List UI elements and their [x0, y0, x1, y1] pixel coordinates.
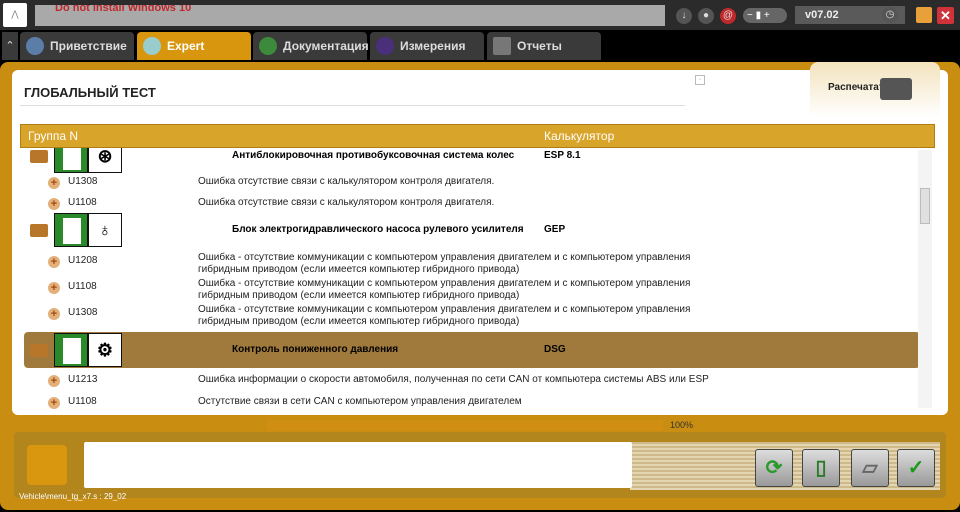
group-calc: GEP	[544, 224, 566, 235]
message-area	[84, 442, 632, 488]
user-icon[interactable]: ●	[698, 8, 714, 24]
progress-label: 100%	[670, 420, 694, 430]
group-row[interactable]: ⊛ Антиблокировочная противобуксовочная си…	[24, 148, 920, 174]
fault-desc: Ошибка отсутствие связи с калькулятором …	[198, 197, 495, 208]
expand-icon[interactable]: +	[48, 282, 60, 294]
tab-label: Документация	[283, 39, 369, 53]
ecu-icon	[54, 333, 88, 367]
magnifier-icon	[143, 37, 161, 55]
expand-icon[interactable]: +	[48, 177, 60, 189]
fault-desc: Ошибка - отсутствие коммуникации с компь…	[198, 252, 691, 275]
header-calculator: Калькулятор	[544, 129, 615, 143]
fault-desc: Ошибка отсутствие связи с калькулятором …	[198, 176, 495, 187]
email-icon[interactable]: @	[720, 8, 736, 24]
refresh-button[interactable]: ⟳	[755, 449, 793, 487]
download-icon[interactable]: ↓	[676, 8, 692, 24]
status-indicator	[27, 445, 67, 485]
path-label: Vehicle\menu_tg_x7.s : 29_02	[19, 492, 127, 501]
fault-desc: Остутствие связи в сети CAN с компьютеро…	[198, 396, 522, 407]
zoom-control[interactable]: − ▮ +	[743, 8, 787, 23]
message-bar: Do not install Windows 10	[35, 5, 665, 26]
tab-label: Измерения	[400, 39, 466, 53]
fault-desc: Ошибка - отсутствие коммуникации с компь…	[198, 304, 691, 327]
expand-icon[interactable]: +	[48, 397, 60, 409]
folder-icon	[30, 344, 48, 357]
fault-desc: Ошибка - отсутствие коммуникации с компь…	[198, 278, 691, 301]
tab-documentation[interactable]: Документация	[253, 32, 369, 60]
group-calc: ESP 8.1	[544, 150, 581, 161]
steering-pump-icon: ♁	[88, 213, 122, 247]
tab-measurements[interactable]: Измерения	[370, 32, 484, 60]
scrollbar-thumb[interactable]	[920, 188, 930, 224]
tab-welcome[interactable]: Приветствие	[20, 32, 134, 60]
fault-code: U1308	[68, 307, 98, 318]
group-calc: DSG	[544, 344, 566, 355]
fault-list: ⊛ Антиблокировочная противобуксовочная си…	[20, 148, 932, 410]
folder-icon	[30, 224, 48, 237]
citroen-logo-icon: ⋀	[3, 3, 27, 27]
fault-code: U1108	[68, 281, 97, 292]
collapse-button[interactable]: ⌃	[2, 32, 18, 60]
fault-code: U1108	[68, 197, 97, 208]
group-row[interactable]: ♁ Блок электрогидравлического насоса руле…	[24, 212, 920, 248]
group-row-selected[interactable]: ⚙ Контроль пониженного давления DSG	[24, 332, 920, 368]
expand-icon[interactable]: +	[48, 256, 60, 268]
group-name: Антиблокировочная противобуксовочная сис…	[232, 150, 515, 161]
globe-icon	[26, 37, 44, 55]
abs-icon: ⊛	[88, 148, 122, 173]
tab-label: Приветствие	[50, 39, 127, 53]
book-icon	[259, 37, 277, 55]
progress-bar	[267, 420, 663, 431]
tab-expert[interactable]: Expert	[137, 32, 251, 60]
fault-code: U1208	[68, 255, 98, 266]
report-icon	[493, 37, 511, 55]
print-report-button[interactable]: ▱	[851, 449, 889, 487]
tab-label: Отчеты	[517, 39, 562, 53]
expand-icon[interactable]: +	[48, 198, 60, 210]
progress-fill	[267, 420, 663, 431]
fault-desc: Ошибка информации о скорости автомобиля,…	[198, 374, 709, 385]
fault-code: U1108	[68, 396, 97, 407]
minimize-button[interactable]	[916, 7, 932, 23]
fault-code: U1213	[68, 374, 98, 385]
clock-icon[interactable]: ◷	[882, 7, 898, 23]
group-name: Блок электрогидравлического насоса рулев…	[232, 224, 524, 235]
folder-icon	[30, 150, 48, 163]
printer-icon	[880, 78, 912, 100]
print-button[interactable]: Распечатать	[810, 62, 940, 117]
ecu-button[interactable]: ▯	[802, 449, 840, 487]
divider	[20, 105, 685, 106]
expand-button[interactable]: ·	[695, 75, 705, 85]
waveform-icon	[376, 37, 394, 55]
page-title: ГЛОБАЛЬНЫЙ ТЕСТ	[24, 85, 156, 100]
group-name: Контроль пониженного давления	[232, 344, 399, 355]
message-text: Do not install Windows 10	[55, 5, 192, 14]
ecu-icon	[54, 213, 88, 247]
close-button[interactable]: ✕	[937, 7, 954, 24]
expand-icon[interactable]: +	[48, 308, 60, 320]
confirm-button[interactable]: ✓	[897, 449, 935, 487]
pressure-icon: ⚙	[88, 333, 122, 367]
expand-icon[interactable]: +	[48, 375, 60, 387]
tab-reports[interactable]: Отчеты	[487, 32, 601, 60]
tab-label: Expert	[167, 39, 205, 53]
ecu-icon	[54, 148, 88, 173]
fault-code: U1308	[68, 176, 98, 187]
header-group: Группа N	[28, 129, 79, 143]
table-header: Группа N Калькулятор	[20, 124, 935, 148]
